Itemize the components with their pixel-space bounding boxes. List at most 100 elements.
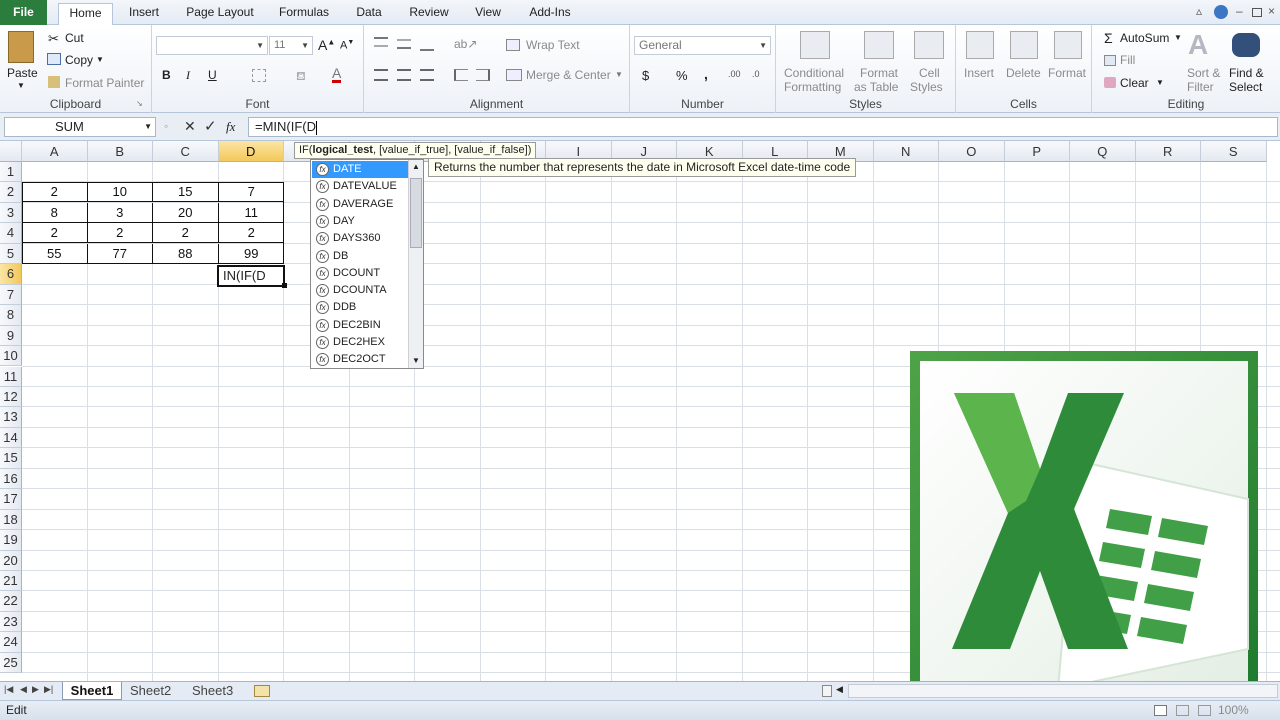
sort-filter-label-2[interactable]: Filter bbox=[1187, 80, 1214, 94]
last-sheet-icon[interactable]: ▶| bbox=[44, 684, 53, 695]
row-header-24[interactable]: 24 bbox=[0, 632, 22, 653]
decrease-indent-icon[interactable] bbox=[454, 69, 468, 81]
tab-page-layout[interactable]: Page Layout bbox=[178, 3, 262, 25]
increase-decimal-icon[interactable]: .00 bbox=[728, 69, 741, 79]
normal-view-icon[interactable] bbox=[1154, 705, 1167, 716]
tab-formulas[interactable]: Formulas bbox=[272, 3, 336, 25]
cell-styles-label-1[interactable]: Cell bbox=[919, 66, 940, 80]
cell-c3[interactable]: 20 bbox=[153, 202, 219, 223]
row-header-17[interactable]: 17 bbox=[0, 489, 22, 510]
row-header-5[interactable]: 5 bbox=[0, 243, 22, 265]
cell-c5[interactable]: 88 bbox=[153, 243, 219, 264]
sheet-tab-sheet1[interactable]: Sheet1 bbox=[62, 682, 122, 700]
row-header-3[interactable]: 3 bbox=[0, 202, 22, 224]
find-select-label-2[interactable]: Select bbox=[1229, 80, 1262, 94]
scroll-down-icon[interactable]: ▼ bbox=[412, 356, 420, 365]
tab-file[interactable]: File bbox=[0, 0, 47, 25]
currency-button[interactable]: $ bbox=[642, 68, 649, 83]
name-box[interactable]: SUM ▼ bbox=[4, 117, 156, 137]
column-header-n[interactable]: N bbox=[873, 141, 939, 162]
autosum-button[interactable]: AutoSum bbox=[1120, 31, 1169, 45]
tooltip-current-argument[interactable]: logical_test bbox=[312, 144, 373, 156]
active-cell-D6[interactable]: IN(IF(D bbox=[217, 265, 285, 287]
insert-cells-button[interactable]: Insert bbox=[964, 66, 994, 80]
grow-font-icon[interactable]: A▲ bbox=[318, 37, 335, 53]
cell-b4[interactable]: 2 bbox=[87, 223, 153, 244]
paste-button[interactable]: Paste bbox=[7, 66, 38, 80]
column-header-p[interactable]: P bbox=[1004, 141, 1070, 162]
italic-button[interactable]: I bbox=[186, 68, 190, 83]
cell-d5[interactable]: 99 bbox=[219, 244, 285, 264]
conditional-formatting-label-1[interactable]: Conditional bbox=[784, 66, 844, 80]
clipboard-launcher-icon[interactable]: ↘ bbox=[136, 99, 143, 108]
tab-home[interactable]: Home bbox=[58, 3, 113, 26]
row-header-18[interactable]: 18 bbox=[0, 509, 22, 531]
cell-c4[interactable]: 2 bbox=[153, 223, 219, 244]
horizontal-scrollbar[interactable] bbox=[848, 684, 1278, 698]
tab-view[interactable]: View bbox=[466, 3, 510, 25]
zoom-level[interactable]: 100% bbox=[1218, 701, 1249, 720]
autocomplete-item[interactable]: fx DAVERAGE bbox=[312, 196, 408, 213]
row-header-13[interactable]: 13 bbox=[0, 407, 22, 428]
align-top-icon[interactable] bbox=[374, 37, 388, 47]
align-bottom-icon[interactable] bbox=[420, 41, 434, 51]
next-sheet-icon[interactable]: ▶ bbox=[32, 684, 39, 695]
conditional-formatting-label-2[interactable]: Formatting bbox=[784, 80, 841, 94]
copy-dropdown-icon[interactable]: ▼ bbox=[96, 55, 104, 64]
row-header-9[interactable]: 9 bbox=[0, 325, 22, 347]
autocomplete-item[interactable]: fx DAY bbox=[312, 213, 408, 230]
cut-button[interactable]: Cut bbox=[65, 31, 84, 45]
sort-filter-label-1[interactable]: Sort & bbox=[1187, 66, 1220, 80]
orientation-icon[interactable]: ab↗ bbox=[454, 37, 477, 51]
autocomplete-item[interactable]: fx DAYS360 bbox=[312, 230, 408, 247]
cell-b3[interactable]: 3 bbox=[87, 202, 153, 223]
fill-color-icon[interactable]: ⛾ bbox=[296, 69, 312, 83]
cell-a5[interactable]: 55 bbox=[22, 243, 88, 264]
percent-button[interactable]: % bbox=[676, 68, 688, 83]
delete-cells-button[interactable]: Delete bbox=[1006, 66, 1041, 80]
clear-button[interactable]: Clear bbox=[1120, 76, 1149, 90]
font-size-dropdown[interactable]: 11 ▼ bbox=[269, 36, 313, 55]
cell-d2[interactable]: 7 bbox=[218, 182, 284, 203]
align-center-icon[interactable] bbox=[397, 69, 411, 81]
cell-b5[interactable]: 77 bbox=[88, 243, 153, 264]
row-header-4[interactable]: 4 bbox=[0, 223, 22, 244]
align-middle-icon[interactable] bbox=[397, 39, 411, 49]
comma-button[interactable]: , bbox=[704, 66, 708, 82]
column-header-b[interactable]: B bbox=[87, 141, 153, 162]
fill-button[interactable]: Fill bbox=[1120, 53, 1135, 67]
autocomplete-item[interactable]: fx DEC2OCT bbox=[312, 351, 408, 368]
cell-styles-label-2[interactable]: Styles bbox=[910, 80, 943, 94]
number-format-dropdown[interactable]: General ▼ bbox=[634, 36, 771, 55]
window-minimize-icon[interactable]: – bbox=[1236, 4, 1243, 18]
autocomplete-item[interactable]: fx DATE bbox=[312, 161, 408, 179]
row-header-1[interactable]: 1 bbox=[0, 162, 22, 183]
tab-data[interactable]: Data bbox=[346, 3, 392, 25]
autocomplete-item[interactable]: fx DEC2BIN bbox=[312, 317, 408, 334]
underline-button[interactable]: U bbox=[208, 68, 217, 82]
function-autocomplete-list[interactable]: fx DATE fx DATEVALUE fx DAVERAGE fx DAY fx DAYS36… bbox=[310, 159, 424, 369]
sheet-tab-sheet2[interactable]: Sheet2 bbox=[130, 682, 171, 700]
sheet-tab-sheet3[interactable]: Sheet3 bbox=[192, 682, 233, 700]
font-name-dropdown[interactable]: ▼ bbox=[156, 36, 268, 55]
cell-a4[interactable]: 2 bbox=[22, 223, 88, 244]
align-left-icon[interactable] bbox=[374, 69, 388, 81]
paste-dropdown-icon[interactable]: ▼ bbox=[17, 81, 25, 90]
column-header-s[interactable]: S bbox=[1201, 141, 1267, 162]
column-header-o[interactable]: O bbox=[939, 141, 1005, 162]
shrink-font-icon[interactable]: A▼ bbox=[340, 39, 354, 52]
merge-center-button[interactable]: Merge & Center bbox=[526, 68, 611, 82]
row-header-14[interactable]: 14 bbox=[0, 427, 22, 449]
increase-indent-icon[interactable] bbox=[476, 69, 490, 81]
wrap-text-button[interactable]: Wrap Text bbox=[526, 38, 580, 52]
bold-button[interactable]: B bbox=[162, 68, 171, 82]
cell-a2[interactable]: 2 bbox=[22, 182, 88, 203]
format-cells-button[interactable]: Format bbox=[1048, 66, 1086, 80]
help-icon[interactable] bbox=[1214, 5, 1228, 19]
autosum-dropdown-icon[interactable]: ▼ bbox=[1174, 33, 1182, 42]
tab-insert[interactable]: Insert bbox=[120, 3, 168, 25]
row-header-21[interactable]: 21 bbox=[0, 571, 22, 592]
autocomplete-item[interactable]: fx DDB bbox=[312, 299, 408, 316]
prev-sheet-icon[interactable]: ◀ bbox=[20, 684, 27, 695]
find-select-label-1[interactable]: Find & bbox=[1229, 66, 1264, 80]
